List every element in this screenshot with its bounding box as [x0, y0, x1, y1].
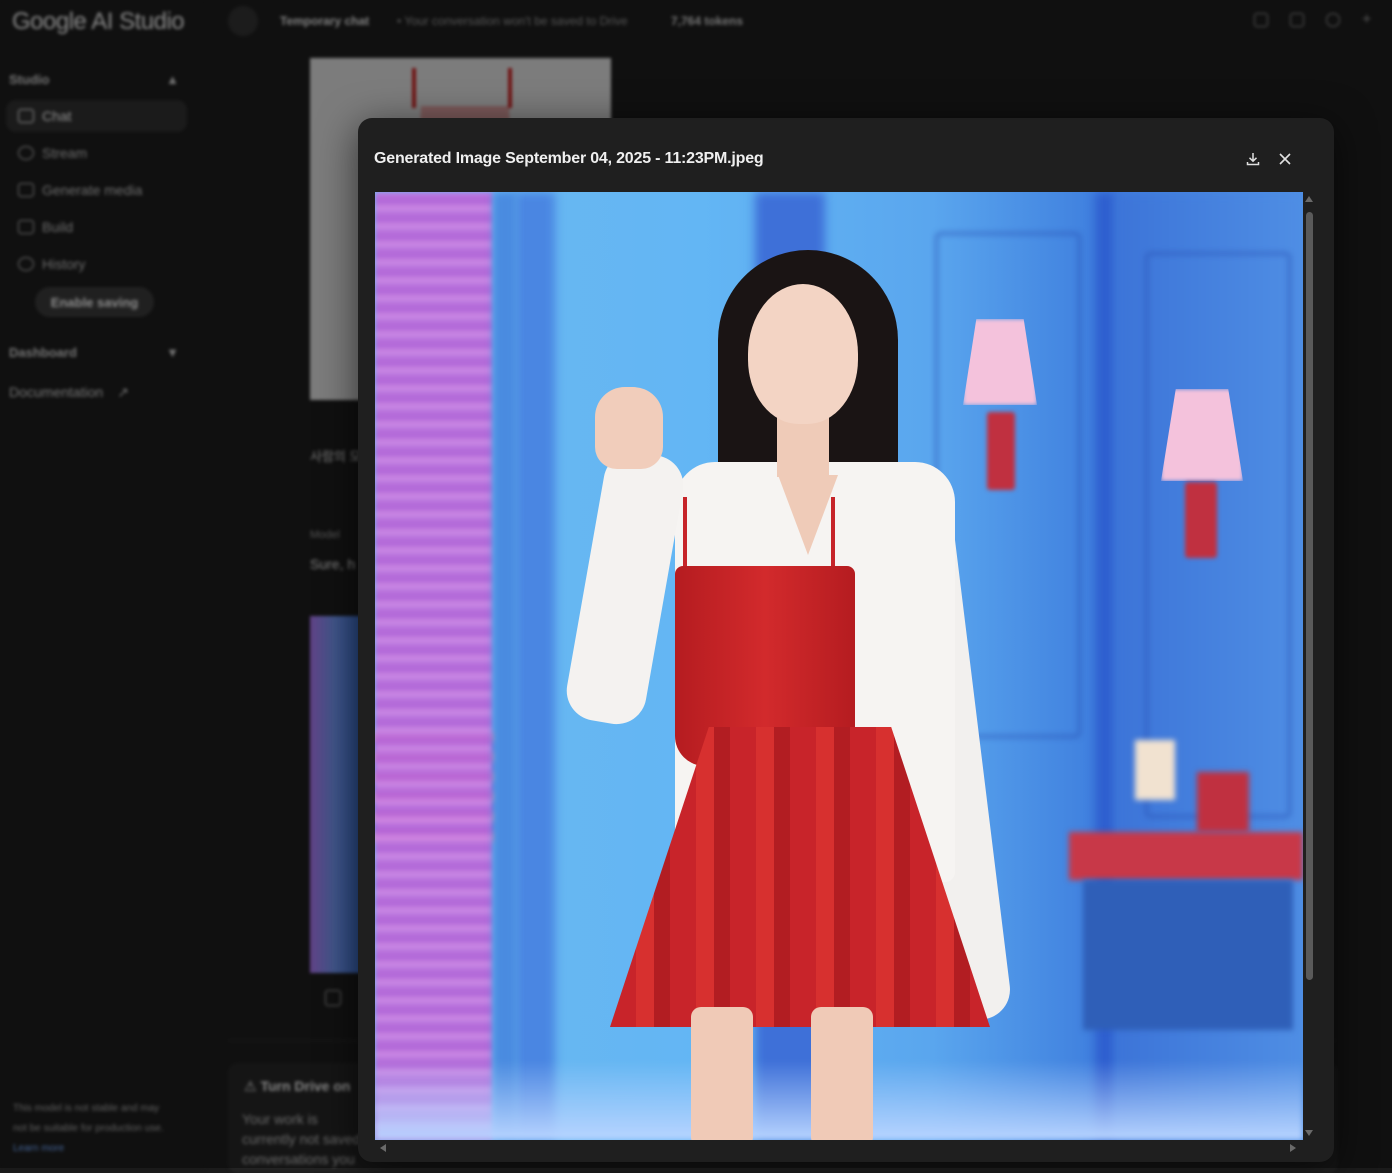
- sidebar-item-stream[interactable]: Stream: [6, 137, 187, 169]
- token-count: 7,764 tokens: [671, 14, 744, 28]
- scroll-left-icon[interactable]: [380, 1144, 386, 1152]
- edit-icon[interactable]: [1326, 13, 1340, 27]
- close-icon: [1279, 153, 1291, 165]
- add-icon[interactable]: +: [1362, 12, 1376, 28]
- history-icon: [18, 257, 34, 271]
- drive-banner-title: ⚠ Turn Drive on: [244, 1078, 350, 1095]
- sidebar-item-generate-media[interactable]: Generate media: [6, 174, 187, 206]
- sidebar-item-label: History: [42, 256, 86, 272]
- model-role-label: Model: [310, 529, 340, 541]
- temporary-chat-label: Temporary chat: [280, 14, 370, 28]
- model-response-text: Sure, h: [310, 556, 356, 572]
- sidebar-toggle-button[interactable]: [228, 6, 258, 36]
- temporary-chat-note: • Your conversation won't be saved to Dr…: [397, 14, 628, 28]
- external-link-icon: ↗: [117, 384, 129, 400]
- studio-section-header[interactable]: Studio ▲: [9, 72, 179, 87]
- model-stability-note: This model is not stable and may not be …: [13, 1099, 173, 1159]
- build-icon: [18, 220, 34, 234]
- scroll-down-icon[interactable]: [1305, 1130, 1313, 1136]
- sidebar-item-history[interactable]: History: [6, 248, 187, 280]
- scroll-up-icon[interactable]: [1305, 196, 1313, 202]
- dialog-title: Generated Image September 04, 2025 - 11:…: [374, 150, 764, 167]
- studio-label: Studio: [9, 72, 50, 87]
- image-preview-dialog: Generated Image September 04, 2025 - 11:…: [358, 118, 1334, 1162]
- download-icon: [1246, 153, 1260, 166]
- documentation-link[interactable]: Documentation ↗: [9, 384, 129, 401]
- sidebar-item-label: Chat: [42, 108, 72, 124]
- thumbs-up-icon[interactable]: [325, 990, 341, 1006]
- learn-more-link[interactable]: Learn more: [13, 1143, 64, 1154]
- sidebar-item-build[interactable]: Build: [6, 211, 187, 243]
- scrollbar-thumb[interactable]: [1306, 212, 1313, 980]
- media-icon: [18, 183, 34, 197]
- close-button[interactable]: [1272, 146, 1298, 172]
- documentation-label: Documentation: [9, 384, 104, 400]
- user-message-text: 사람의 모: [310, 449, 362, 464]
- warning-icon: ⚠: [244, 1078, 261, 1094]
- dashboard-label: Dashboard: [9, 345, 77, 360]
- download-button[interactable]: [1240, 146, 1266, 172]
- chevron-up-icon: ▲: [166, 72, 179, 87]
- sidebar-item-chat[interactable]: Chat: [6, 100, 187, 132]
- dashboard-section-header[interactable]: Dashboard ▼: [9, 345, 179, 360]
- chevron-down-icon: ▼: [166, 345, 179, 360]
- sidebar-item-label: Stream: [42, 145, 88, 161]
- sidebar-item-label: Build: [42, 219, 74, 235]
- chat-icon: [18, 109, 34, 123]
- drive-banner-title-text: Turn Drive on: [260, 1078, 351, 1094]
- code-icon[interactable]: [1290, 13, 1304, 27]
- generated-image: [375, 192, 1303, 1140]
- enable-saving-button[interactable]: Enable saving: [35, 287, 154, 317]
- compare-icon[interactable]: [1254, 13, 1268, 27]
- note-text: This model is not stable and may not be …: [13, 1103, 164, 1134]
- vertical-scrollbar[interactable]: [1304, 194, 1314, 1144]
- drive-banner-body: Your work is currently not saved convers…: [242, 1111, 361, 1167]
- app-logo: Google AI Studio: [12, 8, 185, 35]
- stream-icon: [18, 146, 34, 160]
- sidebar-item-label: Generate media: [42, 182, 143, 198]
- scroll-right-icon[interactable]: [1290, 1144, 1296, 1152]
